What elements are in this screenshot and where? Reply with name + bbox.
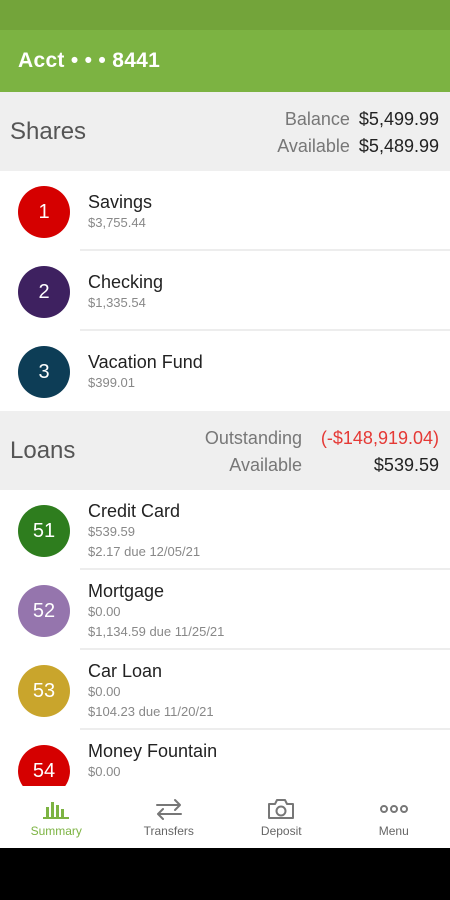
- share-item-vacation-fund[interactable]: 3 Vacation Fund $399.01: [0, 331, 450, 411]
- account-name: Checking: [88, 272, 164, 292]
- share-item-checking[interactable]: 2 Checking $1,335.54: [0, 251, 450, 331]
- account-amount: $0.00: [88, 764, 121, 779]
- nav-deposit-label: Deposit: [260, 824, 302, 838]
- payment-due: $2.17 due 12/05/21: [88, 544, 201, 559]
- app-bar: Acct • • • 8441: [0, 30, 450, 92]
- shares-available-label: Available: [277, 136, 350, 156]
- account-title: Acct • • • 8441: [18, 49, 161, 72]
- nav-summary[interactable]: Summary: [0, 786, 113, 848]
- shares-summary: Balance $5,499.99 Available $5,489.99: [277, 106, 439, 160]
- share-item-savings[interactable]: 1 Savings $3,755.44: [0, 171, 450, 251]
- nav-menu[interactable]: Menu: [338, 786, 450, 848]
- account-amount: $0.00: [88, 604, 121, 619]
- shares-available-value: $5,489.99: [358, 136, 439, 156]
- loan-item-credit-card[interactable]: 51 Credit Card $539.59 $2.17 due 12/05/2…: [0, 490, 450, 570]
- account-name: Savings: [88, 192, 153, 212]
- account-number-badge: 51: [18, 505, 70, 557]
- account-number-badge: 1: [18, 186, 70, 238]
- nav-summary-label: Summary: [30, 824, 82, 838]
- nav-deposit[interactable]: Deposit: [225, 786, 338, 848]
- account-amount: $1,335.54: [88, 295, 146, 310]
- nav-menu-label: Menu: [378, 824, 409, 838]
- account-name: Mortgage: [88, 581, 165, 601]
- loans-outstanding-value: (-$148,919.04): [320, 428, 439, 448]
- nav-transfers-label: Transfers: [143, 824, 194, 838]
- account-amount: $399.01: [88, 375, 135, 390]
- loans-outstanding-label: Outstanding: [204, 428, 302, 448]
- bottom-navigation: Summary Transfers Deposit Menu: [0, 786, 450, 848]
- loans-header: Loans Outstanding (-$148,919.04) Availab…: [0, 411, 450, 490]
- bar-chart-icon: [42, 796, 70, 822]
- loan-item-money-fountain[interactable]: 54 Money Fountain $0.00: [0, 730, 450, 786]
- account-number-badge: 2: [18, 266, 70, 318]
- nav-transfers[interactable]: Transfers: [113, 786, 226, 848]
- account-amount: $539.59: [88, 524, 135, 539]
- more-dots-icon: [379, 796, 409, 822]
- loans-available-value: $539.59: [373, 455, 439, 475]
- account-summary[interactable]: Shares Balance $5,499.99 Available $5,48…: [0, 92, 450, 786]
- shares-balance-label: Balance: [284, 109, 350, 129]
- shares-balance-value: $5,499.99: [358, 109, 439, 129]
- shares-header: Shares Balance $5,499.99 Available $5,48…: [0, 92, 450, 171]
- account-name: Car Loan: [88, 661, 163, 681]
- account-number-badge: 52: [18, 585, 70, 637]
- payment-due: $1,134.59 due 11/25/21: [88, 624, 225, 639]
- shares-title: Shares: [10, 117, 87, 145]
- loan-item-car-loan[interactable]: 53 Car Loan $0.00 $104.23 due 11/20/21: [0, 650, 450, 730]
- loan-item-mortgage[interactable]: 52 Mortgage $0.00 $1,134.59 due 11/25/21: [0, 570, 450, 650]
- account-name: Money Fountain: [88, 741, 218, 761]
- system-navigation-bar: [0, 848, 450, 900]
- account-number-badge: 53: [18, 665, 70, 717]
- transfer-arrows-icon: [154, 796, 184, 822]
- account-name: Credit Card: [88, 501, 181, 521]
- account-amount: $3,755.44: [88, 215, 146, 230]
- account-name: Vacation Fund: [88, 352, 203, 372]
- account-amount: $0.00: [88, 684, 121, 699]
- loans-summary: Outstanding (-$148,919.04) Available $53…: [205, 425, 439, 479]
- account-number-badge: 3: [18, 346, 70, 398]
- camera-icon: [267, 796, 295, 822]
- account-number-badge: 54: [18, 745, 70, 786]
- status-bar: [0, 0, 450, 30]
- payment-due: $104.23 due 11/20/21: [88, 704, 214, 719]
- loans-available-label: Available: [229, 455, 302, 475]
- loans-title: Loans: [10, 436, 76, 464]
